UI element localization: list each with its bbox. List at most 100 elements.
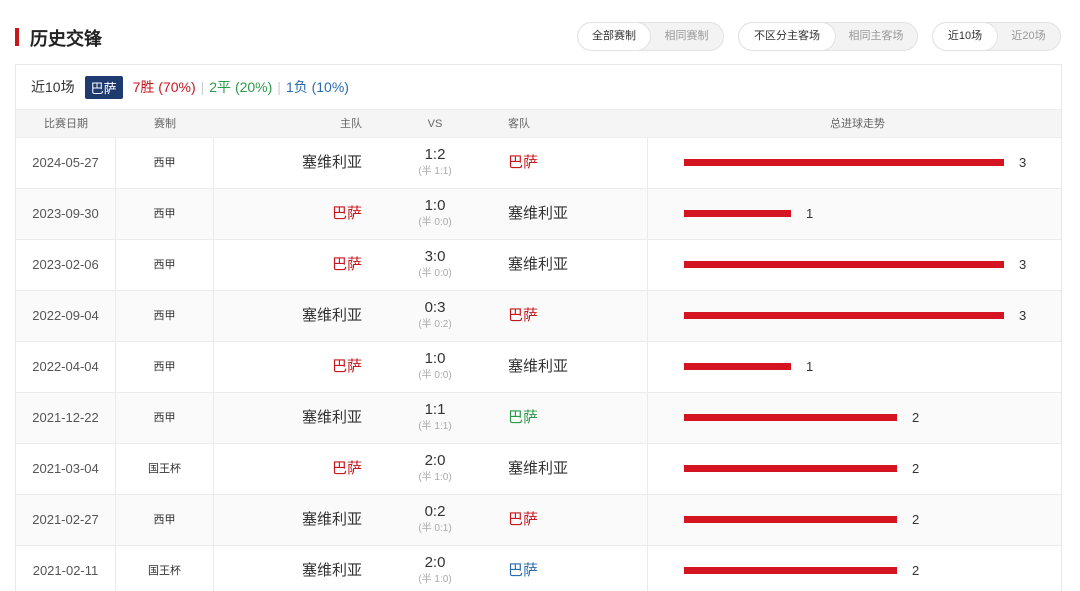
total-goals-value: 1 [806,206,814,221]
table-row[interactable]: 2021-02-11 国王杯 塞维利亚 2:0 (半 1:0) 巴萨 2 [16,546,1061,591]
full-time-score: 3:0 [424,248,446,265]
match-score: 3:0 (半 0:0) [391,240,479,290]
away-team[interactable]: 巴萨 [508,291,648,341]
away-team[interactable]: 塞维利亚 [508,342,648,392]
match-date: 2024-05-27 [16,138,116,188]
total-goals-value: 2 [912,461,920,476]
away-team[interactable]: 巴萨 [508,546,648,591]
match-date: 2023-09-30 [16,189,116,239]
competition-type: 国王杯 [116,444,214,494]
home-team[interactable]: 塞维利亚 [214,291,362,341]
away-team[interactable]: 塞维利亚 [508,240,648,290]
filter-all-competitions[interactable]: 全部赛制 [578,23,650,50]
total-goals-bar [684,210,791,217]
match-score: 0:2 (半 0:1) [391,495,479,545]
filter-same-venue[interactable]: 相同主客场 [835,23,917,50]
table-row[interactable]: 2023-02-06 西甲 巴萨 3:0 (半 0:0) 塞维利亚 3 [16,240,1061,291]
table-row[interactable]: 2021-02-27 西甲 塞维利亚 0:2 (半 0:1) 巴萨 2 [16,495,1061,546]
home-team[interactable]: 塞维利亚 [214,546,362,591]
home-team[interactable]: 塞维利亚 [214,393,362,443]
total-goals-value: 3 [1019,308,1027,323]
total-goals-bar [684,465,897,472]
away-team[interactable]: 巴萨 [508,393,648,443]
home-team[interactable]: 巴萨 [214,189,362,239]
h2h-summary: 近10场 巴萨 7胜 (70%) | 2平 (20%) | 1负 (10%) [16,65,1061,109]
half-time-score: (半 0:0) [418,217,452,228]
goal-trend: 3 [654,138,1061,188]
h2h-panel: 近10场 巴萨 7胜 (70%) | 2平 (20%) | 1负 (10%) 比… [15,64,1062,591]
match-score: 1:0 (半 0:0) [391,342,479,392]
table-row[interactable]: 2021-03-04 国王杯 巴萨 2:0 (半 1:0) 塞维利亚 2 [16,444,1061,495]
filter-same-competition[interactable]: 相同赛制 [650,23,723,50]
draw-stat: 2平 (20%) [209,79,273,95]
home-team[interactable]: 巴萨 [214,444,362,494]
section-header: 历史交锋 全部赛制 相同赛制 不区分主客场 相同主客场 近10场 近20场 [0,0,1080,64]
team-badge: 巴萨 [84,75,123,99]
table-row[interactable]: 2022-09-04 西甲 塞维利亚 0:3 (半 0:2) 巴萨 3 [16,291,1061,342]
home-team[interactable]: 塞维利亚 [214,138,362,188]
table-row[interactable]: 2022-04-04 西甲 巴萨 1:0 (半 0:0) 塞维利亚 1 [16,342,1061,393]
total-goals-bar [684,516,897,523]
title-accent-bar [15,28,19,46]
full-time-score: 0:2 [424,503,446,520]
filter-any-venue[interactable]: 不区分主客场 [739,23,835,50]
match-date: 2022-09-04 [16,291,116,341]
filter-last-10[interactable]: 近10场 [933,23,997,50]
table-header: 比赛日期 赛制 主队 VS 客队 总进球走势 [16,109,1061,138]
match-date: 2021-02-27 [16,495,116,545]
match-score: 0:3 (半 0:2) [391,291,479,341]
half-time-score: (半 0:2) [418,319,452,330]
half-time-score: (半 1:1) [418,421,452,432]
col-home: 主队 [340,118,362,130]
total-goals-value: 1 [806,359,814,374]
total-goals-bar [684,312,1004,319]
recent-label: 近10场 [31,79,75,95]
total-goals-value: 2 [912,512,920,527]
filter-last-20[interactable]: 近20场 [997,23,1060,50]
half-time-score: (半 1:1) [418,166,452,177]
full-time-score: 1:0 [424,350,446,367]
match-score: 1:0 (半 0:0) [391,189,479,239]
loss-stat: 1负 (10%) [285,79,349,95]
half-time-score: (半 0:0) [418,370,452,381]
total-goals-bar [684,414,897,421]
match-date: 2021-03-04 [16,444,116,494]
match-score: 1:2 (半 1:1) [391,138,479,188]
match-score: 1:1 (半 1:1) [391,393,479,443]
full-time-score: 2:0 [424,452,446,469]
venue-filter: 不区分主客场 相同主客场 [738,22,918,51]
table-row[interactable]: 2023-09-30 西甲 巴萨 1:0 (半 0:0) 塞维利亚 1 [16,189,1061,240]
away-team[interactable]: 塞维利亚 [508,189,648,239]
total-goals-value: 2 [912,563,920,578]
goal-trend: 1 [654,342,1061,392]
table-row[interactable]: 2021-12-22 西甲 塞维利亚 1:1 (半 1:1) 巴萨 2 [16,393,1061,444]
home-team[interactable]: 巴萨 [214,240,362,290]
half-time-score: (半 1:0) [418,472,452,483]
col-away: 客队 [508,118,530,130]
page-title: 历史交锋 [30,29,102,49]
col-date: 比赛日期 [44,118,88,130]
total-goals-bar [684,159,1004,166]
away-team[interactable]: 塞维利亚 [508,444,648,494]
table-row[interactable]: 2024-05-27 西甲 塞维利亚 1:2 (半 1:1) 巴萨 3 [16,138,1061,189]
home-team[interactable]: 巴萨 [214,342,362,392]
away-team[interactable]: 巴萨 [508,138,648,188]
half-time-score: (半 0:1) [418,523,452,534]
competition-type: 西甲 [116,495,214,545]
match-score: 2:0 (半 1:0) [391,546,479,591]
competition-type: 西甲 [116,240,214,290]
range-filter: 近10场 近20场 [932,22,1061,51]
match-date: 2023-02-06 [16,240,116,290]
full-time-score: 1:2 [424,146,446,163]
competition-type: 西甲 [116,291,214,341]
match-date: 2022-04-04 [16,342,116,392]
total-goals-bar [684,567,897,574]
away-team[interactable]: 巴萨 [508,495,648,545]
goal-trend: 3 [654,291,1061,341]
col-trend: 总进球走势 [830,118,885,130]
stat-separator: | [200,79,205,95]
match-score: 2:0 (半 1:0) [391,444,479,494]
match-list: 2024-05-27 西甲 塞维利亚 1:2 (半 1:1) 巴萨 3 2023-09-30 西… [16,138,1061,591]
total-goals-bar [684,261,1004,268]
home-team[interactable]: 塞维利亚 [214,495,362,545]
